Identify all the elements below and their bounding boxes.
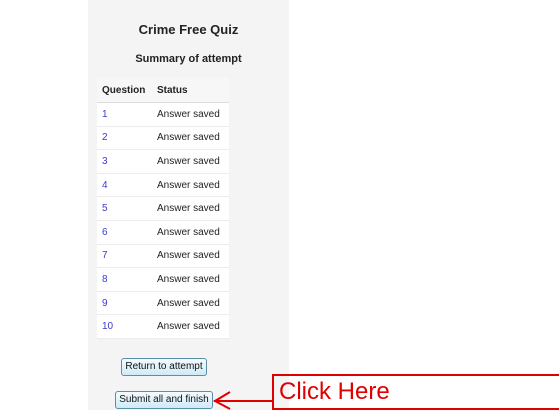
question-number-link[interactable]: 6 <box>97 220 152 245</box>
question-status: Answer saved <box>152 102 229 127</box>
table-row: 2 Answer saved <box>97 126 229 151</box>
table-row: 6 Answer saved <box>97 220 229 245</box>
table-row: 5 Answer saved <box>97 196 229 221</box>
status-column-header: Status <box>152 78 229 103</box>
question-number-link[interactable]: 5 <box>97 196 152 221</box>
question-number-link[interactable]: 3 <box>97 149 152 174</box>
table-row: 8 Answer saved <box>97 267 229 292</box>
return-to-attempt-button[interactable]: Return to attempt <box>121 358 207 376</box>
question-status: Answer saved <box>152 220 229 245</box>
arrow-left-icon <box>212 391 272 410</box>
question-status: Answer saved <box>152 173 229 198</box>
click-here-label: Click Here <box>279 378 390 405</box>
question-number-link[interactable]: 1 <box>97 102 152 127</box>
question-number-link[interactable]: 7 <box>97 244 152 269</box>
question-number-link[interactable]: 10 <box>97 314 152 339</box>
question-status: Answer saved <box>152 314 229 339</box>
summary-heading: Summary of attempt <box>135 53 242 65</box>
question-number-link[interactable]: 8 <box>97 267 152 292</box>
question-status: Answer saved <box>152 149 229 174</box>
table-row: 7 Answer saved <box>97 244 229 269</box>
table-row: 10 Answer saved <box>97 314 229 339</box>
question-number-link[interactable]: 2 <box>97 126 152 151</box>
attempt-summary-table: Question Status 1 Answer saved 2 Answer … <box>97 78 229 339</box>
question-status: Answer saved <box>152 196 229 221</box>
question-status: Answer saved <box>152 267 229 292</box>
table-row: 9 Answer saved <box>97 291 229 316</box>
table-header-row: Question Status <box>97 78 229 103</box>
question-status: Answer saved <box>152 291 229 316</box>
table-row: 3 Answer saved <box>97 149 229 174</box>
question-number-link[interactable]: 4 <box>97 173 152 198</box>
question-status: Answer saved <box>152 244 229 269</box>
question-status: Answer saved <box>152 126 229 151</box>
table-row: 4 Answer saved <box>97 173 229 198</box>
quiz-title: Crime Free Quiz <box>138 22 239 37</box>
submit-all-and-finish-button[interactable]: Submit all and finish <box>115 391 213 409</box>
question-number-link[interactable]: 9 <box>97 291 152 316</box>
table-row: 1 Answer saved <box>97 102 229 127</box>
question-column-header: Question <box>97 78 152 103</box>
